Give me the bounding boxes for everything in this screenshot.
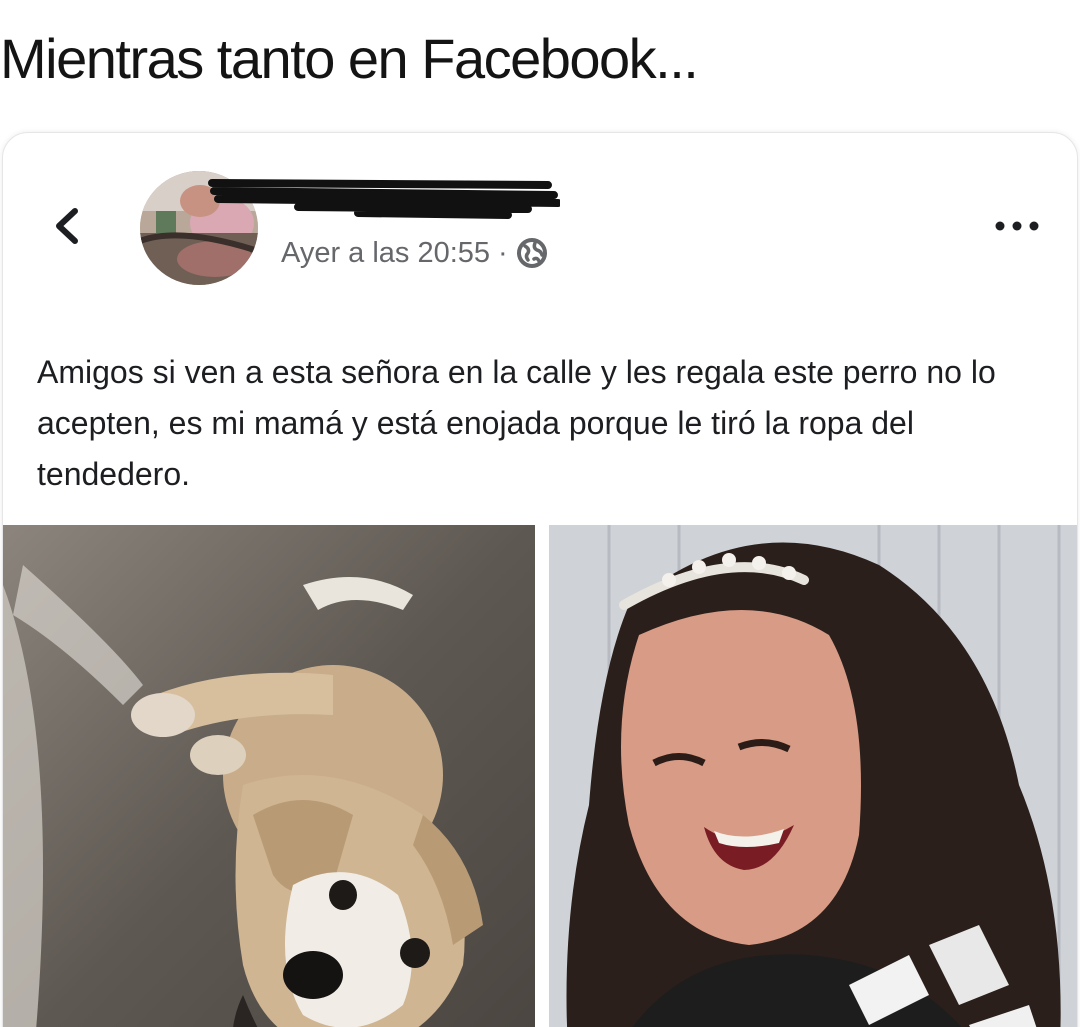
meme-title: Mientras tanto en Facebook... bbox=[0, 27, 699, 90]
woman-image bbox=[549, 525, 1077, 1027]
post-text: Amigos si ven a esta señora en la calle … bbox=[37, 354, 996, 492]
author-name-redaction bbox=[208, 175, 560, 219]
woman-photo[interactable] bbox=[549, 525, 1077, 1027]
post-meta: Ayer a las 20:55 · bbox=[281, 233, 548, 273]
post-timestamp[interactable]: Ayer a las 20:55 bbox=[281, 237, 490, 270]
dog-photo[interactable] bbox=[3, 525, 535, 1027]
more-options-button[interactable] bbox=[988, 211, 1046, 241]
back-button[interactable] bbox=[47, 203, 87, 249]
meta-separator: · bbox=[498, 236, 508, 269]
globe-icon[interactable] bbox=[516, 237, 548, 269]
more-horizontal-icon bbox=[995, 221, 1039, 231]
facebook-post-card: Ayer a las 20:55 · Amigos si ven a esta … bbox=[2, 132, 1078, 1027]
dog-image bbox=[3, 525, 535, 1027]
chevron-left-icon bbox=[56, 208, 78, 244]
redaction-scribble bbox=[208, 179, 560, 219]
